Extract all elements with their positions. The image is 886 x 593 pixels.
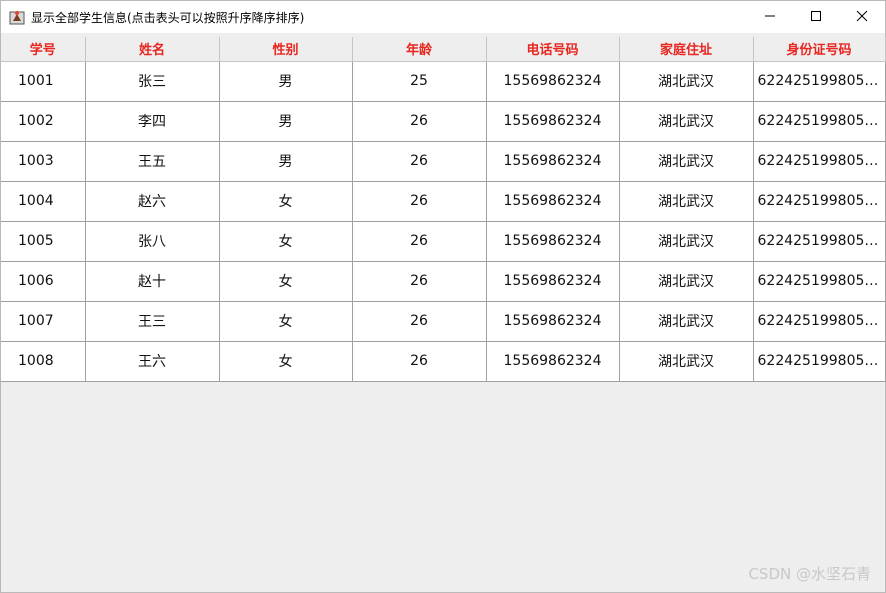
cell-student-id[interactable]: 1002: [1, 100, 86, 142]
cell-gender[interactable]: 男: [218, 140, 353, 182]
title-bar[interactable]: 显示全部学生信息(点击表头可以按照升序降序排序): [1, 1, 885, 33]
column-header-name[interactable]: 姓名: [84, 37, 220, 62]
cell-name[interactable]: 张三: [84, 60, 220, 102]
table-row[interactable]: 1002 李四 男 26 15569862324 湖北武汉 6224251998…: [1, 100, 886, 142]
column-header-address[interactable]: 家庭住址: [618, 37, 754, 62]
cell-age[interactable]: 26: [351, 140, 487, 182]
app-window: 显示全部学生信息(点击表头可以按照升序降序排序) 学号 姓名 性别 年龄 电话号…: [0, 0, 886, 593]
cell-phone[interactable]: 15569862324: [485, 60, 620, 102]
cell-id-card[interactable]: 62242519980505...: [752, 180, 886, 222]
table-row[interactable]: 1007 王三 女 26 15569862324 湖北武汉 6224251998…: [1, 300, 886, 342]
window-title: 显示全部学生信息(点击表头可以按照升序降序排序): [31, 10, 305, 25]
cell-phone[interactable]: 15569862324: [485, 220, 620, 262]
close-button[interactable]: [839, 1, 885, 31]
cell-name[interactable]: 赵十: [84, 260, 220, 302]
table-header-row: 学号 姓名 性别 年龄 电话号码 家庭住址 身份证号码: [1, 37, 886, 62]
cell-address[interactable]: 湖北武汉: [618, 180, 754, 222]
cell-age[interactable]: 26: [351, 100, 487, 142]
student-table-container: 学号 姓名 性别 年龄 电话号码 家庭住址 身份证号码 1001 张三 男 25…: [1, 37, 886, 382]
cell-age[interactable]: 26: [351, 260, 487, 302]
cell-student-id[interactable]: 1007: [1, 300, 86, 342]
watermark: CSDN @水坚石青: [748, 565, 871, 583]
cell-name[interactable]: 王五: [84, 140, 220, 182]
cell-address[interactable]: 湖北武汉: [618, 100, 754, 142]
cell-id-card[interactable]: 62242519980505...: [752, 300, 886, 342]
cell-gender[interactable]: 男: [218, 60, 353, 102]
table-row[interactable]: 1005 张八 女 26 15569862324 湖北武汉 6224251998…: [1, 220, 886, 262]
student-table: 学号 姓名 性别 年龄 电话号码 家庭住址 身份证号码 1001 张三 男 25…: [1, 37, 886, 382]
cell-name[interactable]: 张八: [84, 220, 220, 262]
table-row[interactable]: 1001 张三 男 25 15569862324 湖北武汉 6224251998…: [1, 60, 886, 102]
cell-id-card[interactable]: 62242519980505...: [752, 260, 886, 302]
cell-phone[interactable]: 15569862324: [485, 340, 620, 382]
cell-name[interactable]: 王六: [84, 340, 220, 382]
cell-gender[interactable]: 女: [218, 220, 353, 262]
cell-address[interactable]: 湖北武汉: [618, 260, 754, 302]
cell-age[interactable]: 26: [351, 220, 487, 262]
column-header-id-card[interactable]: 身份证号码: [752, 37, 886, 62]
cell-gender[interactable]: 女: [218, 260, 353, 302]
maximize-icon: [811, 11, 821, 21]
cell-address[interactable]: 湖北武汉: [618, 220, 754, 262]
cell-phone[interactable]: 15569862324: [485, 300, 620, 342]
cell-gender[interactable]: 女: [218, 340, 353, 382]
cell-id-card[interactable]: 62242519980505...: [752, 140, 886, 182]
maximize-button[interactable]: [793, 1, 839, 31]
cell-phone[interactable]: 15569862324: [485, 140, 620, 182]
cell-address[interactable]: 湖北武汉: [618, 140, 754, 182]
cell-address[interactable]: 湖北武汉: [618, 340, 754, 382]
minimize-icon: [765, 15, 775, 17]
cell-address[interactable]: 湖北武汉: [618, 60, 754, 102]
cell-age[interactable]: 26: [351, 340, 487, 382]
cell-id-card[interactable]: 62242519980505...: [752, 340, 886, 382]
cell-phone[interactable]: 15569862324: [485, 260, 620, 302]
cell-name[interactable]: 赵六: [84, 180, 220, 222]
cell-student-id[interactable]: 1001: [1, 60, 86, 102]
cell-gender[interactable]: 男: [218, 100, 353, 142]
cell-student-id[interactable]: 1004: [1, 180, 86, 222]
table-row[interactable]: 1006 赵十 女 26 15569862324 湖北武汉 6224251998…: [1, 260, 886, 302]
cell-phone[interactable]: 15569862324: [485, 100, 620, 142]
column-header-gender[interactable]: 性别: [218, 37, 353, 62]
cell-student-id[interactable]: 1008: [1, 340, 86, 382]
table-row[interactable]: 1004 赵六 女 26 15569862324 湖北武汉 6224251998…: [1, 180, 886, 222]
cell-student-id[interactable]: 1005: [1, 220, 86, 262]
cell-id-card[interactable]: 62242519980505...: [752, 60, 886, 102]
cell-age[interactable]: 26: [351, 300, 487, 342]
cell-name[interactable]: 王三: [84, 300, 220, 342]
cell-id-card[interactable]: 62242519980505...: [752, 100, 886, 142]
cell-address[interactable]: 湖北武汉: [618, 300, 754, 342]
cell-phone[interactable]: 15569862324: [485, 180, 620, 222]
cell-age[interactable]: 26: [351, 180, 487, 222]
close-icon: [856, 10, 868, 22]
cell-gender[interactable]: 女: [218, 300, 353, 342]
cell-age[interactable]: 25: [351, 60, 487, 102]
table-row[interactable]: 1008 王六 女 26 15569862324 湖北武汉 6224251998…: [1, 340, 886, 382]
cell-gender[interactable]: 女: [218, 180, 353, 222]
cell-student-id[interactable]: 1003: [1, 140, 86, 182]
table-row[interactable]: 1003 王五 男 26 15569862324 湖北武汉 6224251998…: [1, 140, 886, 182]
column-header-student-id[interactable]: 学号: [1, 37, 86, 62]
cell-id-card[interactable]: 62242519980505...: [752, 220, 886, 262]
minimize-button[interactable]: [747, 1, 793, 31]
column-header-age[interactable]: 年龄: [351, 37, 487, 62]
cell-name[interactable]: 李四: [84, 100, 220, 142]
window-controls: [747, 1, 885, 33]
java-app-icon: [9, 9, 25, 25]
column-header-phone[interactable]: 电话号码: [485, 37, 620, 62]
cell-student-id[interactable]: 1006: [1, 260, 86, 302]
